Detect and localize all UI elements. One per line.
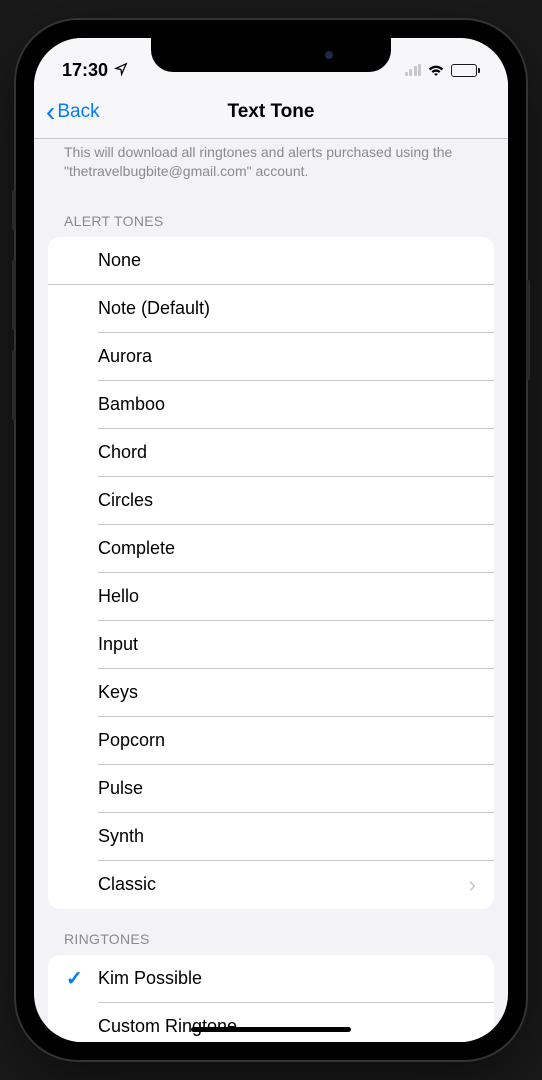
notch bbox=[151, 38, 391, 72]
silent-switch bbox=[12, 190, 16, 230]
home-indicator[interactable] bbox=[191, 1027, 351, 1032]
checkmark-icon: ✓ bbox=[66, 966, 83, 991]
chevron-left-icon: ‹ bbox=[46, 98, 55, 126]
item-label: Input bbox=[98, 634, 476, 655]
status-right bbox=[405, 64, 481, 77]
tone-item[interactable]: Bamboo bbox=[48, 381, 494, 429]
item-label: Note (Default) bbox=[98, 298, 476, 319]
alert-tones-list: None Note (Default) Aurora Bamboo Chord bbox=[48, 237, 494, 909]
cellular-signal-icon bbox=[405, 64, 422, 76]
content-area[interactable]: This will download all ringtones and ale… bbox=[34, 139, 508, 1042]
ringtone-item[interactable]: Custom Ringtone bbox=[48, 1003, 494, 1042]
item-label: Circles bbox=[98, 490, 476, 511]
power-button bbox=[526, 280, 530, 380]
tone-item[interactable]: Complete bbox=[48, 525, 494, 573]
nav-bar: ‹ Back Text Tone bbox=[34, 88, 508, 139]
item-label: Classic bbox=[98, 874, 469, 895]
ringtone-item[interactable]: ✓ Kim Possible bbox=[48, 955, 494, 1003]
tone-item[interactable]: Keys bbox=[48, 669, 494, 717]
item-label: Popcorn bbox=[98, 730, 476, 751]
info-text: This will download all ringtones and ale… bbox=[34, 139, 508, 191]
volume-down-button bbox=[12, 350, 16, 420]
item-label: Pulse bbox=[98, 778, 476, 799]
item-label: Synth bbox=[98, 826, 476, 847]
item-label: Kim Possible bbox=[98, 968, 476, 989]
alert-tones-header: ALERT TONES bbox=[34, 191, 508, 237]
location-icon bbox=[114, 60, 128, 81]
item-label: None bbox=[98, 250, 476, 271]
tone-none[interactable]: None bbox=[48, 237, 494, 285]
back-label: Back bbox=[57, 101, 99, 123]
item-label: Complete bbox=[98, 538, 476, 559]
tone-item[interactable]: Note (Default) bbox=[48, 285, 494, 333]
item-label: Bamboo bbox=[98, 394, 476, 415]
wifi-icon bbox=[427, 64, 445, 77]
ringtones-header: RINGTONES bbox=[34, 909, 508, 955]
item-label: Keys bbox=[98, 682, 476, 703]
tone-item[interactable]: Chord bbox=[48, 429, 494, 477]
screen: 17:30 bbox=[34, 38, 508, 1042]
tone-item[interactable]: Aurora bbox=[48, 333, 494, 381]
status-time: 17:30 bbox=[62, 60, 108, 81]
tone-item[interactable]: Hello bbox=[48, 573, 494, 621]
item-label: Aurora bbox=[98, 346, 476, 367]
tone-item[interactable]: Pulse bbox=[48, 765, 494, 813]
chevron-right-icon: › bbox=[469, 872, 476, 898]
tone-item[interactable]: Synth bbox=[48, 813, 494, 861]
tone-classic[interactable]: Classic › bbox=[48, 861, 494, 909]
tone-item[interactable]: Input bbox=[48, 621, 494, 669]
check-column: ✓ bbox=[66, 966, 98, 991]
tone-item[interactable]: Circles bbox=[48, 477, 494, 525]
page-title: Text Tone bbox=[34, 101, 508, 123]
item-label: Hello bbox=[98, 586, 476, 607]
phone-frame: 17:30 bbox=[16, 20, 526, 1060]
camera-dot bbox=[325, 51, 333, 59]
item-label: Chord bbox=[98, 442, 476, 463]
battery-icon bbox=[451, 64, 480, 77]
tone-item[interactable]: Popcorn bbox=[48, 717, 494, 765]
status-left: 17:30 bbox=[62, 60, 128, 81]
back-button[interactable]: ‹ Back bbox=[46, 98, 100, 126]
volume-up-button bbox=[12, 260, 16, 330]
